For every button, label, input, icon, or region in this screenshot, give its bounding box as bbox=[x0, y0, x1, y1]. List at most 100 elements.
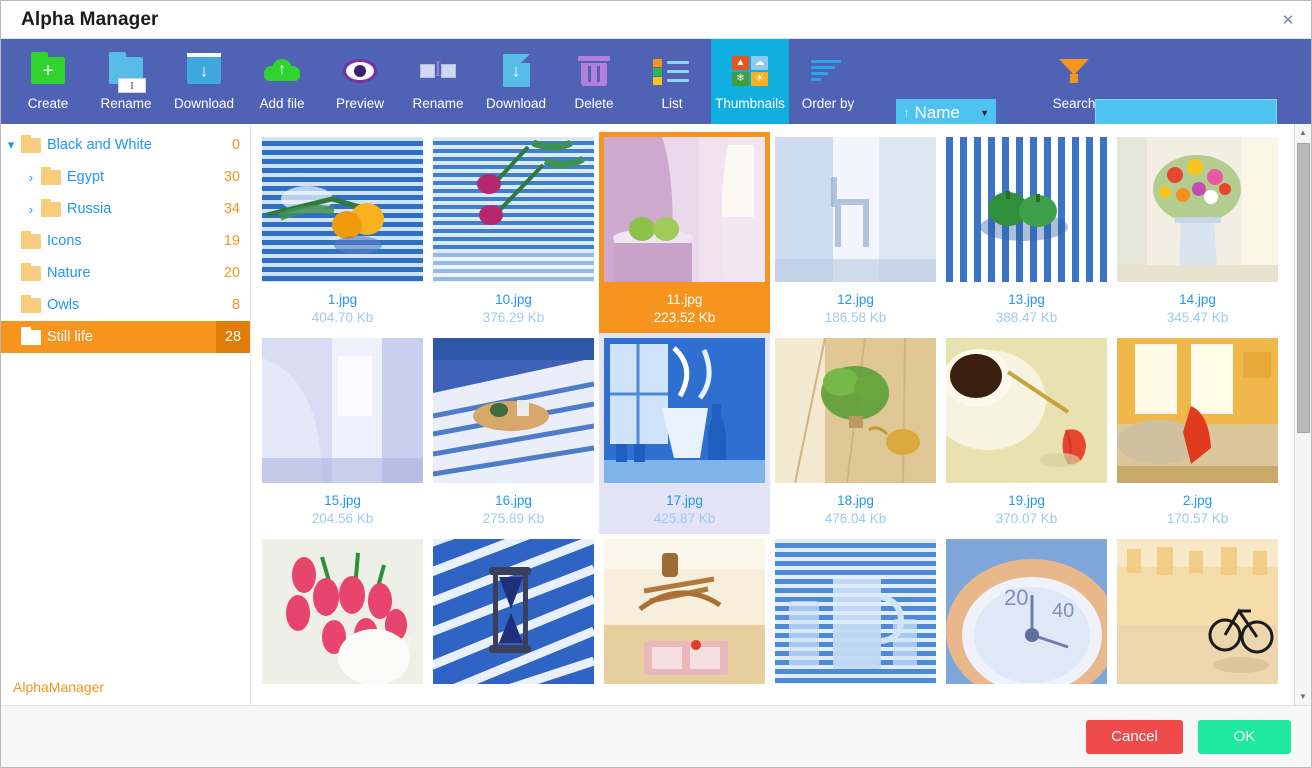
toolbar-button-create[interactable]: + Create bbox=[9, 39, 87, 124]
file-size: 223.52 Kb bbox=[653, 310, 716, 325]
order-by-value: Name bbox=[914, 102, 960, 122]
thumbnail-image bbox=[262, 137, 423, 282]
toolbar-button-delete[interactable]: Delete bbox=[555, 39, 633, 124]
file-size: 186.58 Kb bbox=[824, 310, 887, 325]
folder-icon bbox=[41, 198, 61, 217]
thumbnail-image bbox=[1117, 539, 1278, 684]
file-item-hover[interactable]: 17.jpg 425.87 Kb bbox=[599, 333, 770, 534]
file-name: 12.jpg bbox=[837, 292, 874, 307]
file-name: 15.jpg bbox=[324, 493, 361, 508]
brand-label: AlphaManager bbox=[13, 679, 105, 695]
sidebar-item-label: Still life bbox=[47, 329, 93, 345]
file-item[interactable] bbox=[1112, 534, 1283, 705]
sidebar-item-count: 28 bbox=[216, 321, 250, 353]
chevron-down-icon[interactable]: ▾ bbox=[1, 137, 21, 153]
thumbnail-image bbox=[433, 137, 594, 282]
svg-text:40: 40 bbox=[1052, 600, 1074, 622]
toolbar-button-download-folder[interactable]: ↓ Download bbox=[165, 39, 243, 124]
thumbnail-image bbox=[433, 539, 594, 684]
thumbnail-image: 20 40 bbox=[946, 539, 1107, 684]
sidebar-item-russia[interactable]: › Russia 34 bbox=[1, 193, 250, 225]
sidebar-item-count: 8 bbox=[231, 297, 240, 313]
folder-tree-sidebar: ▾ Black and White 0 › Egypt 30 › Russia … bbox=[1, 124, 251, 705]
file-item[interactable]: 10.jpg 376.29 Kb bbox=[428, 132, 599, 333]
file-item[interactable]: 19.jpg 370.07 Kb bbox=[941, 333, 1112, 534]
thumbnail-image bbox=[262, 338, 423, 483]
footer-bar: Cancel OK bbox=[1, 705, 1311, 767]
sidebar-item-egypt[interactable]: › Egypt 30 bbox=[1, 161, 250, 193]
thumbnails-view-icon: ▲ ☁ ❄ ☀ bbox=[730, 53, 770, 89]
file-item[interactable]: 18.jpg 476.04 Kb bbox=[770, 333, 941, 534]
cancel-button[interactable]: Cancel bbox=[1086, 719, 1183, 754]
sidebar-item-black-and-white[interactable]: ▾ Black and White 0 bbox=[1, 129, 250, 161]
chevron-down-icon[interactable]: ▼ bbox=[1295, 688, 1312, 705]
file-item[interactable]: 20 40 bbox=[941, 534, 1112, 705]
toolbar-button-preview[interactable]: Preview bbox=[321, 39, 399, 124]
folder-download-icon: ↓ bbox=[184, 53, 224, 89]
toolbar: + Create I Rename ↓ Download ↑ Add file bbox=[1, 39, 1311, 127]
title-bar: Alpha Manager ✕ bbox=[1, 1, 1311, 39]
sidebar-item-owls[interactable]: Owls 8 bbox=[1, 289, 250, 321]
file-item[interactable]: 1.jpg 404.70 Kb bbox=[257, 132, 428, 333]
file-item[interactable]: 13.jpg 388.47 Kb bbox=[941, 132, 1112, 333]
file-item[interactable] bbox=[770, 534, 941, 705]
list-view-icon bbox=[652, 53, 692, 89]
toolbar-label: Rename bbox=[100, 95, 152, 111]
chevron-right-icon[interactable]: › bbox=[21, 170, 41, 185]
file-size: 275.89 Kb bbox=[482, 511, 545, 526]
file-item[interactable]: 16.jpg 275.89 Kb bbox=[428, 333, 599, 534]
sidebar-item-still-life[interactable]: Still life 28 bbox=[1, 321, 250, 353]
thumbnail-image bbox=[775, 539, 936, 684]
sidebar-item-count: 20 bbox=[223, 265, 240, 281]
toolbar-label: List bbox=[661, 95, 683, 111]
toolbar-label: Create bbox=[27, 95, 69, 111]
scrollbar-thumb[interactable] bbox=[1296, 143, 1310, 433]
sidebar-item-label: Icons bbox=[47, 233, 82, 249]
file-rename-icon: I bbox=[418, 53, 458, 89]
alpha-manager-window: Alpha Manager ✕ + Create I Rename ↓ Down… bbox=[0, 0, 1312, 768]
close-icon[interactable]: ✕ bbox=[1275, 7, 1301, 33]
file-item-selected[interactable]: 11.jpg 223.52 Kb bbox=[599, 132, 770, 333]
file-name: 16.jpg bbox=[495, 493, 532, 508]
toolbar-button-rename-file[interactable]: I Rename bbox=[399, 39, 477, 124]
file-item[interactable]: 12.jpg 186.58 Kb bbox=[770, 132, 941, 333]
search-input[interactable] bbox=[1095, 99, 1277, 127]
chevron-up-icon[interactable]: ▲ bbox=[1295, 124, 1312, 141]
toolbar-label: Preview bbox=[335, 95, 384, 111]
toolbar-button-download-file[interactable]: ↓ Download bbox=[477, 39, 555, 124]
toolbar-button-thumbnails-view[interactable]: ▲ ☁ ❄ ☀ Thumbnails bbox=[711, 39, 789, 124]
ok-button[interactable]: OK bbox=[1198, 719, 1291, 754]
file-item[interactable]: 14.jpg 345.47 Kb bbox=[1112, 132, 1283, 333]
file-item[interactable]: 15.jpg 204.56 Kb bbox=[257, 333, 428, 534]
toolbar-button-rename-folder[interactable]: I Rename bbox=[87, 39, 165, 124]
toolbar-button-list-view[interactable]: List bbox=[633, 39, 711, 124]
thumbnail-image bbox=[775, 137, 936, 282]
toolbar-label: Download bbox=[173, 95, 235, 111]
toolbar-button-add-file[interactable]: ↑ Add file bbox=[243, 39, 321, 124]
toolbar-button-order-by[interactable]: Order by bbox=[789, 39, 867, 124]
sidebar-item-count: 0 bbox=[231, 137, 240, 153]
sidebar-item-label: Egypt bbox=[67, 169, 105, 185]
order-by-select[interactable]: ↑ Name ▼ bbox=[896, 99, 996, 126]
arrow-up-icon: ↑ bbox=[903, 105, 910, 120]
file-name: 17.jpg bbox=[666, 493, 703, 508]
file-size: 345.47 Kb bbox=[1166, 310, 1229, 325]
chevron-down-icon: ▼ bbox=[980, 107, 989, 118]
file-item[interactable] bbox=[599, 534, 770, 705]
sidebar-item-icons[interactable]: Icons 19 bbox=[1, 225, 250, 257]
thumbnail-image bbox=[946, 338, 1107, 483]
chevron-right-icon[interactable]: › bbox=[21, 202, 41, 217]
file-item[interactable] bbox=[257, 534, 428, 705]
thumbnail-image bbox=[1117, 338, 1278, 483]
sidebar-item-nature[interactable]: Nature 20 bbox=[1, 257, 250, 289]
thumbnail-image bbox=[433, 338, 594, 483]
vertical-scrollbar[interactable]: ▲ ▼ bbox=[1294, 124, 1311, 705]
cloud-upload-icon: ↑ bbox=[262, 53, 302, 89]
file-item[interactable] bbox=[428, 534, 599, 705]
thumbnail-image bbox=[775, 338, 936, 483]
file-name: 14.jpg bbox=[1179, 292, 1216, 307]
file-size: 376.29 Kb bbox=[482, 310, 545, 325]
folder-icon bbox=[21, 326, 41, 345]
file-item[interactable]: 2.jpg 170.57 Kb bbox=[1112, 333, 1283, 534]
file-size: 476.04 Kb bbox=[824, 511, 887, 526]
